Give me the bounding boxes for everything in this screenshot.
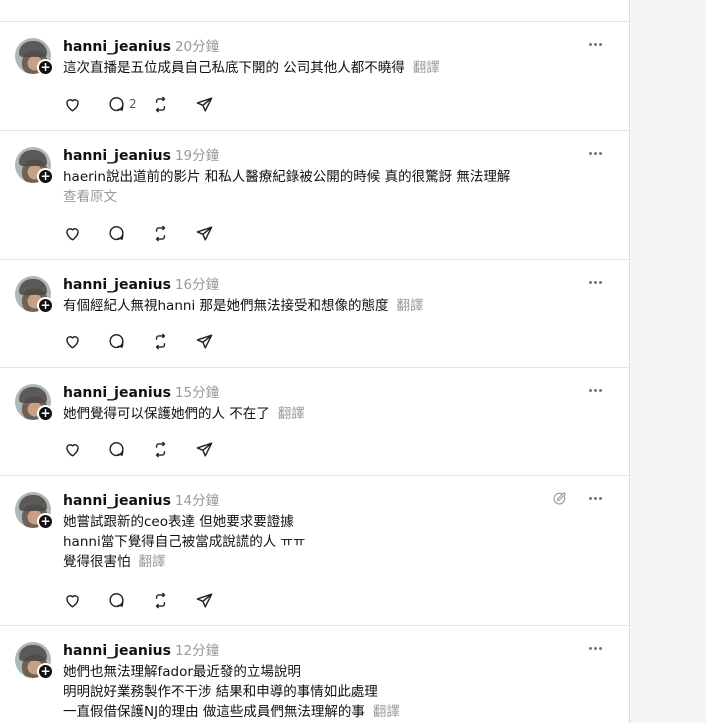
more-icon[interactable]: [587, 382, 603, 398]
reply-count: 2: [129, 97, 137, 111]
repost-icon[interactable]: [151, 330, 195, 352]
post-text: 她嘗試跟新的ceo表達 但她要求要證據: [63, 514, 294, 530]
repost-icon[interactable]: [151, 93, 195, 115]
username[interactable]: hanni_jeanius: [63, 643, 171, 659]
post-text: hanni當下覺得自己被當成說謊的人 ㅠㅠ: [63, 534, 306, 550]
follow-plus-icon[interactable]: +: [37, 59, 54, 76]
username[interactable]: hanni_jeanius: [63, 385, 171, 401]
username[interactable]: hanni_jeanius: [63, 277, 171, 293]
send-icon[interactable]: [195, 93, 239, 115]
username[interactable]: hanni_jeanius: [63, 148, 171, 164]
translate-link[interactable]: 翻譯: [278, 406, 305, 422]
repost-icon[interactable]: [151, 222, 195, 244]
heart-icon[interactable]: [63, 93, 107, 115]
comment-icon[interactable]: [107, 330, 151, 352]
more-icon[interactable]: [587, 36, 603, 52]
post-text: 她們也無法理解fador最近發的立場說明: [63, 664, 301, 680]
timestamp[interactable]: 15分鐘: [175, 381, 219, 401]
thread-feed: + hanni_jeanius 20分鐘 這次直播是五位成員自己私底下開的 公司…: [0, 0, 630, 723]
post: + hanni_jeanius 12分鐘 她們也無法理解fador最近發的立場說…: [0, 626, 629, 723]
post-text: haerin說出道前的影片 和私人醫療紀錄被公開的時候 真的很驚訝 無法理解: [63, 169, 511, 185]
more-icon[interactable]: [587, 274, 603, 290]
follow-plus-icon[interactable]: +: [37, 405, 54, 422]
more-icon[interactable]: [587, 490, 603, 506]
translate-link[interactable]: 翻譯: [139, 554, 166, 570]
translate-link[interactable]: 翻譯: [413, 60, 440, 76]
translate-link[interactable]: 翻譯: [396, 298, 423, 314]
heart-icon[interactable]: [63, 438, 107, 460]
follow-plus-icon[interactable]: +: [37, 168, 54, 185]
comment-icon[interactable]: [107, 438, 151, 460]
previous-post-fragment: [0, 0, 629, 22]
post: + hanni_jeanius 16分鐘 有個經紀人無視hanni 那是她們無法…: [0, 260, 629, 368]
post-text: 有個經紀人無視hanni 那是她們無法接受和想像的態度 翻譯: [63, 298, 424, 314]
post-text: 她們覺得可以保護她們的人 不在了 翻譯: [63, 406, 305, 422]
timestamp[interactable]: 16分鐘: [175, 273, 219, 293]
post-text: 這次直播是五位成員自己私底下開的 公司其他人都不曉得 翻譯: [63, 60, 440, 76]
comment-icon[interactable]: 2: [107, 93, 151, 115]
follow-plus-icon[interactable]: +: [37, 663, 54, 680]
post-text: 一直假借保護NJ的理由 做這些成員們無法理解的事 翻譯: [63, 704, 400, 720]
post-text: 覺得很害怕 翻譯: [63, 554, 166, 570]
post: + hanni_jeanius 19分鐘 haerin說出道前的影片 和私人醫療…: [0, 131, 629, 260]
timestamp[interactable]: 20分鐘: [175, 35, 219, 55]
avatar[interactable]: +: [15, 38, 54, 76]
heart-icon[interactable]: [63, 222, 107, 244]
timestamp[interactable]: 12分鐘: [175, 639, 219, 659]
send-icon[interactable]: [195, 438, 239, 460]
post: + hanni_jeanius 20分鐘 這次直播是五位成員自己私底下開的 公司…: [0, 22, 629, 131]
avatar[interactable]: +: [15, 147, 54, 185]
post: + hanni_jeanius 15分鐘 她們覺得可以保護她們的人 不在了 翻譯: [0, 368, 629, 476]
avatar[interactable]: +: [15, 492, 54, 530]
username[interactable]: hanni_jeanius: [63, 39, 171, 55]
post: + hanni_jeanius 14分鐘 她嘗試跟新的ceo表達 但她要求要證據…: [0, 476, 629, 626]
follow-plus-icon[interactable]: +: [37, 513, 54, 530]
heart-icon[interactable]: [63, 330, 107, 352]
timestamp[interactable]: 14分鐘: [175, 489, 219, 509]
edit-icon[interactable]: [552, 490, 568, 506]
avatar[interactable]: +: [15, 276, 54, 314]
repost-icon[interactable]: [151, 438, 195, 460]
more-icon[interactable]: [587, 145, 603, 161]
send-icon[interactable]: [195, 222, 239, 244]
post-text: 明明說好業務製作不干涉 結果和申導的事情如此處理: [63, 684, 378, 700]
comment-icon[interactable]: [107, 222, 151, 244]
translate-link[interactable]: 翻譯: [373, 704, 400, 720]
heart-icon[interactable]: [63, 589, 107, 611]
more-icon[interactable]: [587, 640, 603, 656]
timestamp[interactable]: 19分鐘: [175, 144, 219, 164]
repost-icon[interactable]: [151, 589, 195, 611]
avatar[interactable]: +: [15, 642, 54, 680]
send-icon[interactable]: [195, 589, 239, 611]
username[interactable]: hanni_jeanius: [63, 493, 171, 509]
see-original-link[interactable]: 查看原文: [63, 187, 603, 207]
send-icon[interactable]: [195, 330, 239, 352]
follow-plus-icon[interactable]: +: [37, 297, 54, 314]
comment-icon[interactable]: [107, 589, 151, 611]
avatar[interactable]: +: [15, 384, 54, 422]
